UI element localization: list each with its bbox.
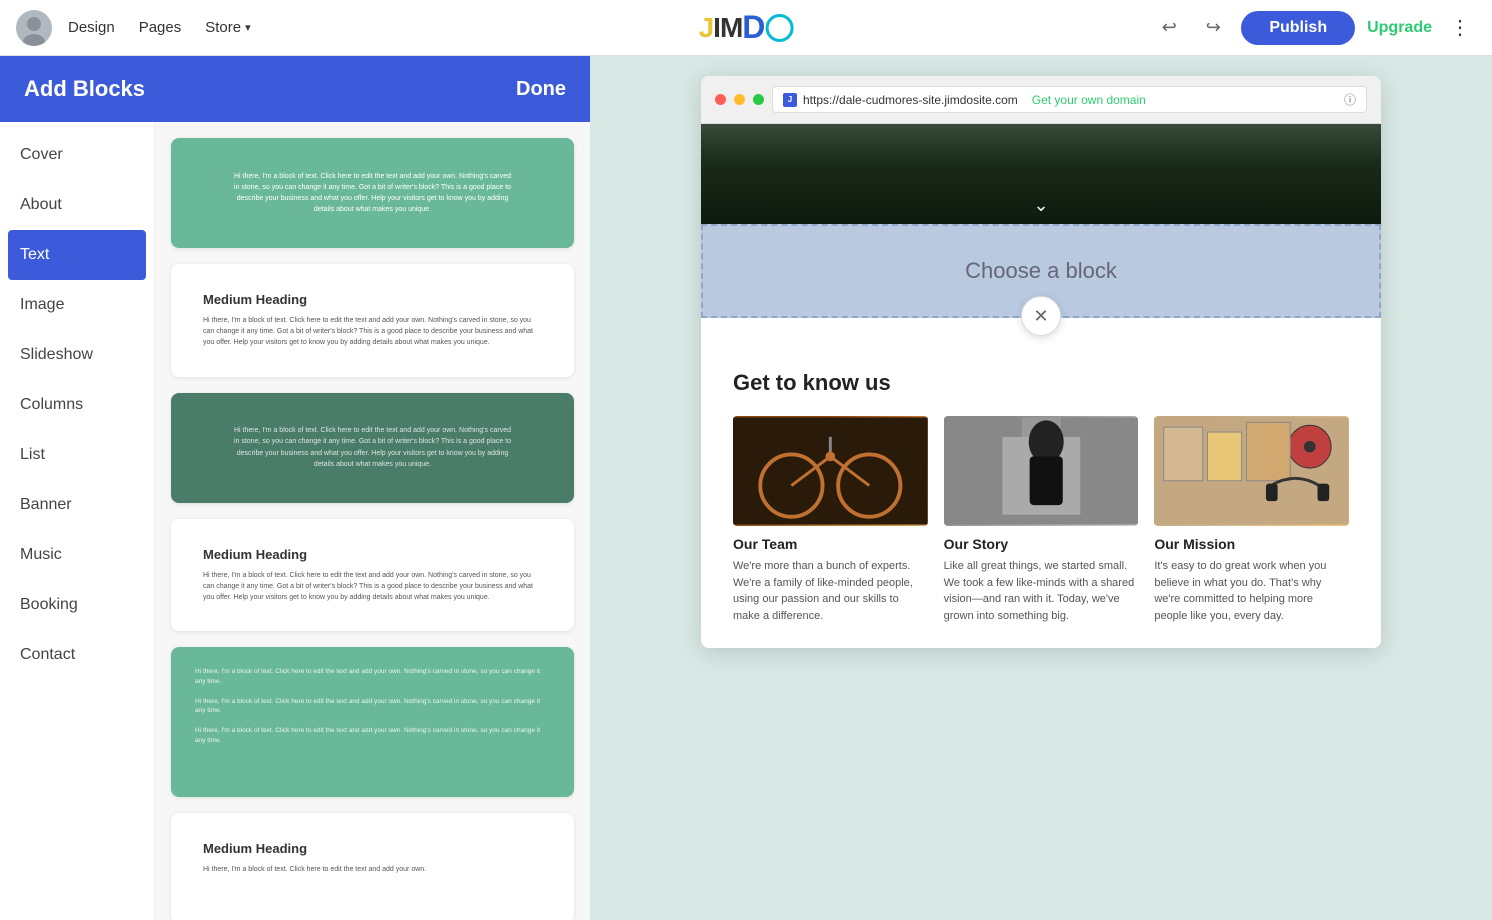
site-hero: ⌄ — [701, 124, 1381, 224]
nav-right: ↩ ↪ Publish Upgrade ⋮ — [1153, 11, 1476, 45]
category-banner[interactable]: Banner — [0, 480, 154, 530]
redo-button[interactable]: ↪ — [1197, 12, 1229, 44]
team-card-desc-0: We're more than a bunch of experts. We'r… — [733, 558, 928, 624]
block-categories: Cover About Text Image Slideshow Columns… — [0, 122, 155, 920]
panel-title: Add Blocks — [24, 76, 145, 102]
get-to-know-section: Get to know us — [701, 338, 1381, 648]
preview-4-text: Hi there, I'm a block of text. Click her… — [203, 570, 542, 604]
preview-5-section-1: Hi there, I'm a block of text. Click her… — [195, 667, 550, 687]
undo-icon: ↩ — [1162, 17, 1177, 38]
team-card-our-mission: Our Mission It's easy to do great work w… — [1154, 416, 1349, 624]
team-music-image — [1154, 416, 1349, 526]
panel-header: Add Blocks Done — [0, 56, 590, 122]
brand-logo: JIMD — [699, 9, 794, 46]
block-preview-4[interactable]: Medium Heading Hi there, I'm a block of … — [171, 519, 574, 632]
category-contact[interactable]: Contact — [0, 630, 154, 680]
nav-pages[interactable]: Pages — [139, 15, 182, 40]
block-preview-6[interactable]: Medium Heading Hi there, I'm a block of … — [171, 813, 574, 920]
team-card-our-story: Our Story Like all great things, we star… — [944, 416, 1139, 624]
chevron-down-icon: ▾ — [245, 21, 251, 34]
undo-button[interactable]: ↩ — [1153, 12, 1185, 44]
category-list[interactable]: List — [0, 430, 154, 480]
category-about[interactable]: About — [0, 180, 154, 230]
nav-links: Design Pages Store ▾ — [68, 15, 251, 40]
close-block-chooser-button[interactable]: ✕ — [1021, 296, 1061, 336]
browser-url-bar[interactable]: J https://dale-cudmores-site.jimdosite.c… — [772, 86, 1367, 113]
preview-4-heading: Medium Heading — [203, 547, 542, 562]
team-card-title-0: Our Team — [733, 536, 928, 552]
choose-block-label: Choose a block — [965, 258, 1117, 284]
team-card-title-2: Our Mission — [1154, 536, 1349, 552]
category-image[interactable]: Image — [0, 280, 154, 330]
info-icon[interactable]: ⓘ — [1344, 91, 1356, 108]
block-preview-3[interactable]: Hi there, I'm a block of text. Click her… — [171, 393, 574, 503]
team-card-title-1: Our Story — [944, 536, 1139, 552]
browser-window: J https://dale-cudmores-site.jimdosite.c… — [701, 76, 1381, 648]
team-card-desc-2: It's easy to do great work when you beli… — [1154, 558, 1349, 624]
team-bike-image — [733, 416, 928, 526]
preview-5-section-3: Hi there, I'm a block of text. Click her… — [195, 726, 550, 746]
preview-2-heading: Medium Heading — [203, 292, 542, 307]
window-maximize-dot[interactable] — [753, 94, 764, 105]
block-previews: Hi there, I'm a block of text. Click her… — [155, 122, 590, 920]
block-preview-1[interactable]: Hi there, I'm a block of text. Click her… — [171, 138, 574, 248]
team-card-desc-1: Like all great things, we started small.… — [944, 558, 1139, 624]
window-minimize-dot[interactable] — [734, 94, 745, 105]
preview-6-heading: Medium Heading — [203, 841, 542, 856]
category-columns[interactable]: Columns — [0, 380, 154, 430]
panel-body: Cover About Text Image Slideshow Columns… — [0, 122, 590, 920]
team-woman-image — [944, 416, 1139, 526]
more-icon: ⋮ — [1450, 15, 1470, 40]
block-preview-5[interactable]: Hi there, I'm a block of text. Click her… — [171, 647, 574, 797]
url-text: https://dale-cudmores-site.jimdosite.com — [803, 93, 1018, 107]
browser-chrome: J https://dale-cudmores-site.jimdosite.c… — [701, 76, 1381, 124]
hero-scroll-chevron[interactable]: ⌄ — [1033, 195, 1048, 216]
upgrade-button[interactable]: Upgrade — [1367, 19, 1432, 37]
category-booking[interactable]: Booking — [0, 580, 154, 630]
team-card-our-team: Our Team We're more than a bunch of expe… — [733, 416, 928, 624]
main-layout: Add Blocks Done Cover About Text Image S… — [0, 56, 1492, 920]
get-to-know-heading: Get to know us — [733, 370, 1349, 396]
choose-block-area[interactable]: Choose a block ✕ — [701, 224, 1381, 318]
block-preview-2[interactable]: Medium Heading Hi there, I'm a block of … — [171, 264, 574, 377]
category-text[interactable]: Text — [8, 230, 146, 280]
get-domain-link[interactable]: Get your own domain — [1032, 93, 1146, 107]
site-preview-area: J https://dale-cudmores-site.jimdosite.c… — [590, 56, 1492, 920]
more-menu-button[interactable]: ⋮ — [1444, 12, 1476, 44]
team-grid: Our Team We're more than a bunch of expe… — [733, 416, 1349, 624]
add-blocks-panel: Add Blocks Done Cover About Text Image S… — [0, 56, 590, 920]
favicon-icon: J — [783, 93, 797, 107]
avatar[interactable] — [16, 10, 52, 46]
publish-button[interactable]: Publish — [1241, 11, 1355, 45]
preview-5-section-2: Hi there, I'm a block of text. Click her… — [195, 697, 550, 717]
redo-icon: ↪ — [1206, 17, 1221, 38]
preview-6-text: Hi there, I'm a block of text. Click her… — [203, 864, 542, 875]
category-cover[interactable]: Cover — [0, 130, 154, 180]
window-close-dot[interactable] — [715, 94, 726, 105]
done-button[interactable]: Done — [516, 78, 566, 101]
close-icon: ✕ — [1033, 306, 1048, 327]
nav-store[interactable]: Store ▾ — [205, 15, 250, 40]
preview-1-text: Hi there, I'm a block of text. Click her… — [233, 171, 513, 216]
site-content: ⌄ Choose a block ✕ Get to know us — [701, 124, 1381, 648]
preview-3-text: Hi there, I'm a block of text. Click her… — [233, 425, 513, 470]
preview-2-text: Hi there, I'm a block of text. Click her… — [203, 315, 542, 349]
category-slideshow[interactable]: Slideshow — [0, 330, 154, 380]
nav-design[interactable]: Design — [68, 15, 115, 40]
top-nav: Design Pages Store ▾ JIMD ↩ ↪ Publish Up… — [0, 0, 1492, 56]
category-music[interactable]: Music — [0, 530, 154, 580]
